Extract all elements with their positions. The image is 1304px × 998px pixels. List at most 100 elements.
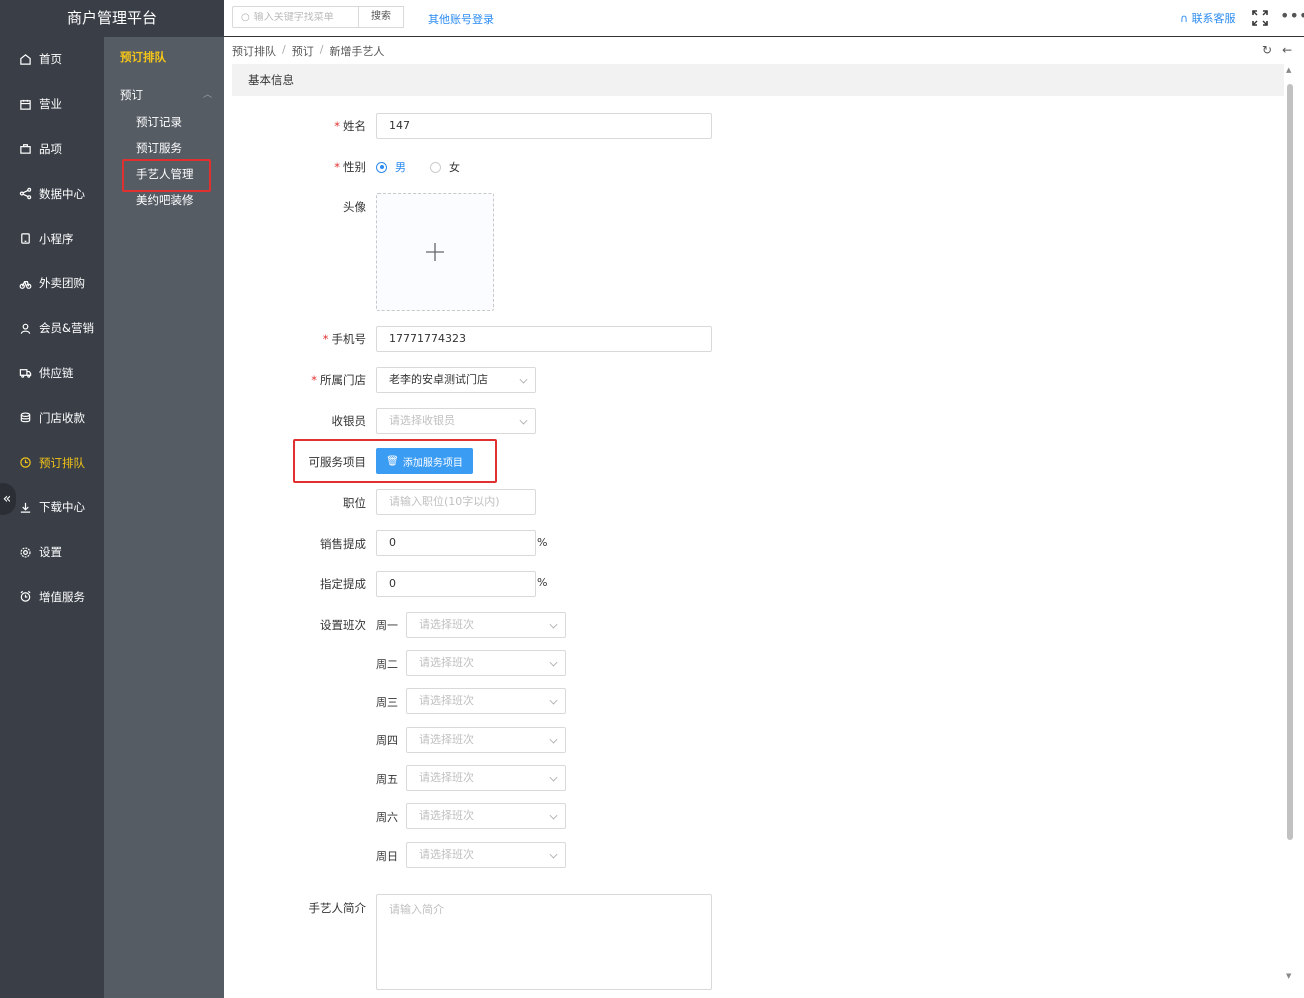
nav-item-value-added[interactable]: 增值服务 (0, 575, 104, 620)
name-label: * 姓名 (334, 119, 366, 133)
nav-item-business[interactable]: 营业 (0, 82, 104, 127)
nav-item-members[interactable]: 会员&营销 (0, 306, 104, 351)
nav-item-data-center[interactable]: 数据中心 (0, 171, 104, 216)
subnav-group-reservation[interactable]: 预订 ︿ (104, 81, 224, 109)
name-input[interactable]: 147 (376, 113, 712, 139)
plus-icon (426, 243, 444, 261)
phone-label: * 手机号 (322, 332, 366, 346)
sales-commission-input[interactable]: 0 (376, 530, 536, 556)
subnav-item-artisan[interactable]: 手艺人管理 (104, 159, 224, 192)
trash-icon: 🗑 (386, 455, 399, 467)
shift-select-thu[interactable]: 请选择班次 (406, 727, 566, 753)
intro-textarea[interactable] (376, 894, 712, 990)
shift-select-fri[interactable]: 请选择班次 (406, 765, 566, 791)
shift-select-tue[interactable]: 请选择班次 (406, 650, 566, 676)
scroll-up-icon[interactable]: ▲ (1286, 66, 1291, 74)
nav-item-home[interactable]: 首页 (0, 37, 104, 82)
nav-item-reservation[interactable]: 预订排队 (0, 440, 104, 485)
chevron-down-icon (549, 850, 558, 859)
cashier-select[interactable]: 请选择收银员 (376, 408, 536, 434)
avatar-label: 头像 (343, 200, 366, 214)
nav-item-supply-chain[interactable]: 供应链 (0, 351, 104, 396)
store-select[interactable]: 老李的安卓测试门店 (376, 367, 536, 393)
nav-item-products[interactable]: 品项 (0, 127, 104, 172)
gender-female-radio[interactable]: 女 (430, 159, 460, 175)
subnav-item-service[interactable]: 预订服务 (104, 135, 224, 161)
subnav-group-label: 预订 (120, 88, 143, 102)
main-nav: 首页 营业 品项 数据中心 小程序 外卖团购 会员&营销 供应链 门店收款 预订… (0, 37, 104, 619)
breadcrumb-item[interactable]: 预订排队 (232, 43, 276, 59)
more-icon[interactable]: ••• (1280, 6, 1304, 25)
search-input[interactable] (253, 11, 354, 23)
alarm-icon (18, 590, 32, 604)
intro-label: 手艺人简介 (308, 901, 367, 915)
nav-label: 门店收款 (39, 410, 85, 425)
scroll-down-icon[interactable]: ▼ (1286, 972, 1291, 980)
assign-commission-label: 指定提成 (320, 577, 366, 591)
nav-label: 品项 (39, 141, 62, 156)
day-label: 周四 (376, 734, 398, 747)
subnav-item-records[interactable]: 预订记录 (104, 109, 224, 135)
assign-commission-input[interactable]: 0 (376, 571, 536, 597)
refresh-icon[interactable]: ↻ (1262, 43, 1272, 57)
add-service-button[interactable]: 🗑 添加服务项目 (376, 448, 473, 474)
gender-male-radio[interactable]: 男 (376, 159, 406, 175)
scrollbar-thumb[interactable] (1287, 84, 1293, 840)
phone-input[interactable]: 17771774323 (376, 326, 712, 352)
nav-item-delivery[interactable]: 外卖团购 (0, 261, 104, 306)
nav-label: 营业 (39, 97, 62, 112)
nav-item-download[interactable]: 下载中心 (0, 485, 104, 530)
nav-item-settings[interactable]: 设置 (0, 530, 104, 575)
percent-sign: % (537, 576, 548, 589)
search-button[interactable]: 搜索 (358, 6, 404, 28)
fullscreen-icon[interactable] (1252, 10, 1268, 26)
share-icon (18, 187, 32, 201)
search-icon: ○ (241, 11, 250, 23)
nav-label: 供应链 (39, 365, 74, 380)
coins-icon (18, 411, 32, 425)
chevron-down-icon (549, 811, 558, 820)
nav-label: 下载中心 (39, 500, 85, 515)
other-login-link[interactable]: 其他账号登录 (428, 11, 494, 27)
shift-select-sat[interactable]: 请选择班次 (406, 803, 566, 829)
nav-item-miniprogram[interactable]: 小程序 (0, 216, 104, 261)
menu-search: ○ (232, 6, 358, 28)
chevron-down-icon (549, 696, 558, 705)
service-label: 可服务项目 (308, 455, 367, 469)
day-label: 周五 (376, 773, 398, 786)
gear-icon (18, 545, 32, 559)
cashier-label: 收银员 (331, 414, 367, 428)
shift-select-sun[interactable]: 请选择班次 (406, 842, 566, 868)
shift-label: 设置班次 (320, 618, 366, 632)
nav-item-store-payment[interactable]: 门店收款 (0, 395, 104, 440)
breadcrumb-item[interactable]: 预订 (292, 43, 314, 59)
calendar-icon (18, 97, 32, 111)
nav-label: 数据中心 (39, 186, 85, 201)
subnav-title: 预订排队 (120, 50, 166, 64)
sales-commission-label: 销售提成 (320, 537, 366, 551)
shift-select-mon[interactable]: 请选择班次 (406, 612, 566, 638)
breadcrumb-item: 新增手艺人 (329, 45, 385, 58)
nav-label: 预订排队 (39, 455, 85, 470)
chevron-down-icon (549, 735, 558, 744)
user-icon (18, 321, 32, 335)
bag-icon (18, 142, 32, 156)
contact-support-link[interactable]: ∩ 联系客服 (1180, 10, 1236, 26)
day-label: 周日 (376, 850, 398, 863)
sub-sidebar: 预订排队 预订 ︿ 预订记录 预订服务 手艺人管理 美约吧装修 (104, 37, 224, 998)
position-label: 职位 (343, 496, 366, 510)
avatar-upload[interactable] (376, 193, 494, 311)
chevron-down-icon (549, 620, 558, 629)
bike-icon (18, 276, 32, 290)
shift-select-wed[interactable]: 请选择班次 (406, 688, 566, 714)
page-actions: ↻ ← (1262, 43, 1292, 57)
nav-label: 会员&营销 (39, 321, 94, 336)
truck-icon (18, 366, 32, 380)
chevron-down-icon (549, 773, 558, 782)
gender-label: * 性别 (334, 160, 366, 174)
chevron-down-icon (519, 416, 528, 425)
download-icon (18, 500, 32, 514)
position-input[interactable]: 请输入职位(10字以内) (376, 489, 536, 515)
day-label: 周二 (376, 658, 398, 671)
back-arrow-icon[interactable]: ← (1282, 43, 1292, 57)
